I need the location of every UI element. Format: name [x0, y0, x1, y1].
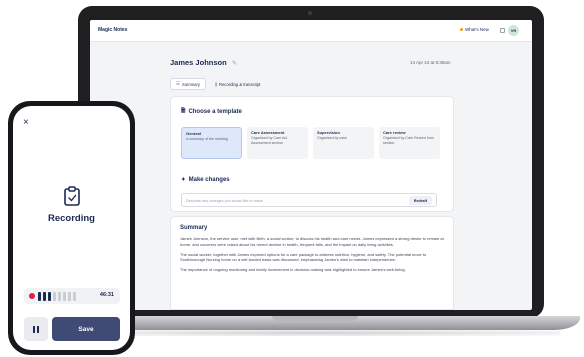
page-title: James Johnson: [170, 58, 227, 67]
tab-summary-label: Summary: [182, 81, 200, 87]
template-name: Care review: [383, 130, 406, 135]
template-card-care-review[interactable]: Care review Organised by Care Review for…: [379, 127, 440, 159]
template-card-general[interactable]: General A summary of the meeting: [181, 127, 242, 159]
redraft-button[interactable]: Redraft: [408, 196, 432, 205]
close-icon[interactable]: ×: [23, 118, 29, 128]
template-desc: Organised by case: [317, 136, 347, 140]
note-date: 14 Apr 24 at 9:35am: [410, 60, 451, 65]
template-name: Care Assessment: [251, 130, 285, 135]
avatar[interactable]: VH: [508, 25, 519, 36]
clipboard-icon: [64, 186, 80, 206]
audio-level-meter: [38, 291, 76, 301]
pause-button[interactable]: [24, 317, 48, 341]
make-changes-heading: ✦ Make changes: [181, 177, 230, 183]
save-button[interactable]: Save: [52, 317, 120, 341]
product-showcase: Magic Notes What's New VH James Johnson …: [0, 0, 584, 357]
audio-level-bar: [58, 291, 61, 301]
apps-grid-icon[interactable]: [500, 28, 505, 33]
brand-logo[interactable]: Magic Notes: [98, 27, 127, 33]
template-desc: Organised by Care Review form section: [383, 136, 435, 145]
sparkle-icon: ✦: [181, 177, 186, 183]
camera-dot: [308, 11, 312, 15]
laptop-screen: Magic Notes What's New VH James Johnson …: [90, 20, 532, 310]
summary-paragraph: The importance of ongoing monitoring and…: [180, 267, 406, 273]
tab-recording-transcript[interactable]: ⫼ Recording & transcript: [209, 78, 267, 90]
notification-dot-icon: [460, 28, 463, 31]
tab-recording-label: Recording & transcript: [219, 81, 261, 87]
summary-paragraph: James Johnson, the service user, met wit…: [180, 236, 444, 247]
template-panel: 🗎 Choose a template General A summary of…: [170, 96, 454, 212]
document-icon: 🗎: [181, 108, 186, 114]
changes-input[interactable]: [186, 196, 396, 205]
audio-level-bar: [43, 291, 46, 301]
waveform-icon: ⫼: [214, 81, 218, 87]
audio-level-bar: [73, 291, 76, 301]
template-name: General: [186, 131, 201, 136]
list-icon: ☰: [176, 81, 181, 86]
template-options: General A summary of the meeting Care As…: [181, 127, 440, 159]
recording-status: Recording: [48, 213, 95, 224]
summary-panel: Summary James Johnson, the service user,…: [170, 216, 454, 310]
laptop: Magic Notes What's New VH James Johnson …: [78, 6, 544, 318]
template-desc: Organised by Care Act Assessment section: [251, 136, 288, 145]
choose-template-label: Choose a template: [188, 108, 242, 115]
summary-heading: Summary: [180, 225, 208, 231]
app-header: Magic Notes What's New VH: [90, 20, 532, 42]
template-card-care-assessment[interactable]: Care Assessment Organised by Care Act As…: [247, 127, 308, 159]
template-desc: A summary of the meeting: [186, 137, 228, 141]
audio-level-bar: [63, 291, 66, 301]
phone: × Recording 46:31 Save: [8, 101, 135, 355]
audio-level-bar: [53, 291, 56, 301]
edit-pencil-icon[interactable]: ✎: [232, 60, 237, 67]
note-tabs: ☰ Summary ⫼ Recording & transcript: [170, 78, 266, 90]
phone-screen: × Recording 46:31 Save: [13, 106, 130, 350]
record-dot-icon: [29, 293, 35, 299]
audio-level-bar: [68, 291, 71, 301]
audio-level-bar: [38, 291, 41, 301]
whats-new-link[interactable]: What's New: [460, 27, 489, 32]
make-changes-label: Make changes: [188, 177, 230, 183]
pause-icon: [33, 325, 35, 333]
pause-icon: [37, 325, 39, 333]
whats-new-label: What's New: [465, 27, 489, 32]
recording-timer: 46:31: [99, 292, 114, 298]
tab-summary[interactable]: ☰ Summary: [170, 78, 206, 90]
laptop-shadow: [70, 330, 560, 336]
recording-bar: 46:31: [24, 288, 120, 304]
template-card-supervision[interactable]: Supervision Organised by case: [313, 127, 374, 159]
audio-level-bar: [48, 291, 51, 301]
choose-template-heading: 🗎 Choose a template: [181, 107, 242, 116]
summary-paragraph: The social worker, together with James e…: [180, 251, 427, 263]
changes-input-box: Redraft: [181, 193, 437, 207]
template-name: Supervision: [317, 130, 340, 135]
laptop-notch: [272, 316, 358, 321]
